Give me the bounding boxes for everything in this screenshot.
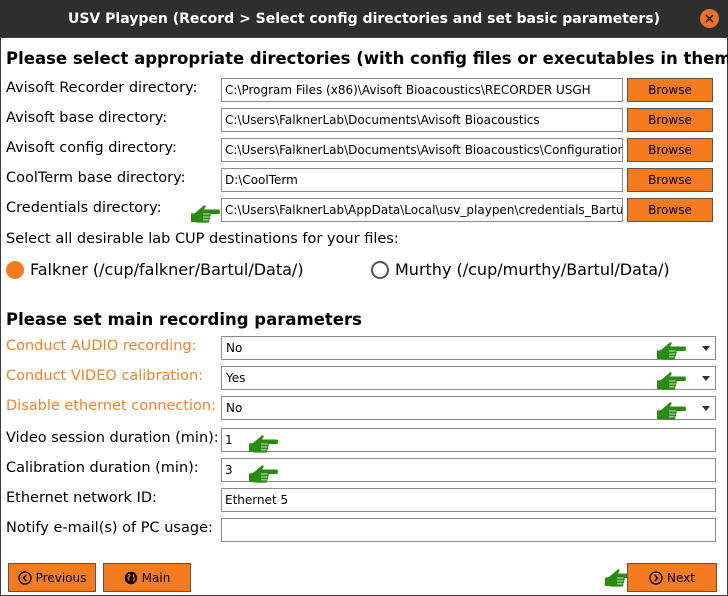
recording-heading: Please set main recording parameters bbox=[6, 310, 362, 329]
video-calibration-label: Conduct VIDEO calibration: bbox=[6, 368, 204, 384]
chevron-down-icon bbox=[702, 406, 710, 411]
destinations-prompt: Select all desirable lab CUP destination… bbox=[6, 231, 399, 247]
avisoft-base-dir-field[interactable]: C:\Users\FalknerLab\Documents\Avisoft Bi… bbox=[221, 108, 623, 132]
audio-recording-label: Conduct AUDIO recording: bbox=[6, 338, 197, 354]
coolterm-base-dir-label: CoolTerm base directory: bbox=[6, 170, 186, 186]
avisoft-base-browse-button[interactable]: Browse bbox=[627, 108, 713, 132]
directories-heading: Please select appropriate directories (w… bbox=[6, 49, 728, 68]
destination-falkner-option[interactable]: Falkner (/cup/falkner/Bartul/Data/) bbox=[6, 260, 304, 279]
calibration-duration-label: Calibration duration (min): bbox=[6, 460, 199, 476]
title-bar: USV Playpen (Record > Select config dire… bbox=[0, 0, 728, 37]
disable-ethernet-label: Disable ethernet connection: bbox=[6, 398, 217, 414]
audio-recording-select[interactable]: No bbox=[221, 336, 716, 360]
avisoft-recorder-dir-label: Avisoft Recorder directory: bbox=[6, 80, 198, 96]
video-duration-field[interactable]: 1 bbox=[221, 428, 716, 452]
disable-ethernet-value: No bbox=[226, 401, 243, 415]
coolterm-browse-button[interactable]: Browse bbox=[627, 168, 713, 192]
video-calibration-select[interactable]: Yes bbox=[221, 366, 716, 390]
radio-unchecked-icon[interactable] bbox=[371, 260, 389, 279]
destination-murthy-label: Murthy (/cup/murthy/Bartul/Data/) bbox=[395, 260, 670, 279]
credentials-dir-field[interactable]: C:\Users\FalknerLab\AppData\Local\usv_pl… bbox=[221, 198, 623, 222]
arrow-right-circle-icon bbox=[649, 570, 663, 585]
video-duration-label: Video session duration (min): bbox=[6, 430, 219, 446]
avisoft-recorder-dir-field[interactable]: C:\Program Files (x86)\Avisoft Bioacoust… bbox=[221, 78, 623, 102]
pointing-hand-icon bbox=[248, 463, 278, 483]
calibration-duration-field[interactable]: 3 bbox=[221, 458, 716, 482]
credentials-dir-label: Credentials directory: bbox=[6, 200, 162, 216]
credentials-browse-button[interactable]: Browse bbox=[627, 198, 713, 222]
audio-recording-value: No bbox=[226, 341, 243, 355]
chevron-down-icon bbox=[702, 346, 710, 351]
chevron-down-icon bbox=[702, 376, 710, 381]
avisoft-config-browse-button[interactable]: Browse bbox=[627, 138, 713, 162]
close-icon bbox=[705, 14, 714, 23]
window-title: USV Playpen (Record > Select config dire… bbox=[67, 10, 661, 27]
next-label: Next bbox=[667, 570, 695, 585]
ethernet-id-field[interactable]: Ethernet 5 bbox=[221, 488, 716, 512]
main-label: Main bbox=[141, 570, 171, 585]
previous-button[interactable]: Previous bbox=[8, 563, 96, 592]
notify-email-field[interactable] bbox=[221, 518, 716, 542]
close-button[interactable] bbox=[700, 9, 719, 28]
pointing-hand-icon bbox=[656, 400, 686, 420]
radio-checked-icon[interactable] bbox=[6, 260, 24, 279]
video-calibration-value: Yes bbox=[226, 371, 246, 385]
ethernet-id-label: Ethernet network ID: bbox=[6, 490, 157, 506]
coolterm-base-dir-field[interactable]: D:\CoolTerm bbox=[221, 168, 623, 192]
notify-email-label: Notify e-mail(s) of PC usage: bbox=[6, 520, 213, 536]
pointing-hand-icon bbox=[656, 370, 686, 390]
previous-label: Previous bbox=[35, 570, 87, 585]
avisoft-config-dir-field[interactable]: C:\Users\FalknerLab\Documents\Avisoft Bi… bbox=[221, 138, 623, 162]
pointing-hand-icon bbox=[248, 433, 278, 453]
avisoft-base-dir-label: Avisoft base directory: bbox=[6, 110, 168, 126]
disable-ethernet-select[interactable]: No bbox=[221, 396, 716, 420]
destination-murthy-option[interactable]: Murthy (/cup/murthy/Bartul/Data/) bbox=[371, 260, 670, 279]
destination-falkner-label: Falkner (/cup/falkner/Bartul/Data/) bbox=[30, 260, 304, 279]
arrow-left-circle-icon bbox=[17, 570, 32, 585]
main-button[interactable]: Main bbox=[103, 563, 191, 592]
avisoft-config-dir-label: Avisoft config directory: bbox=[6, 140, 177, 156]
globe-icon bbox=[124, 571, 138, 585]
avisoft-recorder-browse-button[interactable]: Browse bbox=[627, 78, 713, 102]
next-button[interactable]: Next bbox=[627, 563, 717, 592]
pointing-hand-icon bbox=[190, 203, 220, 223]
pointing-hand-icon bbox=[656, 340, 686, 360]
